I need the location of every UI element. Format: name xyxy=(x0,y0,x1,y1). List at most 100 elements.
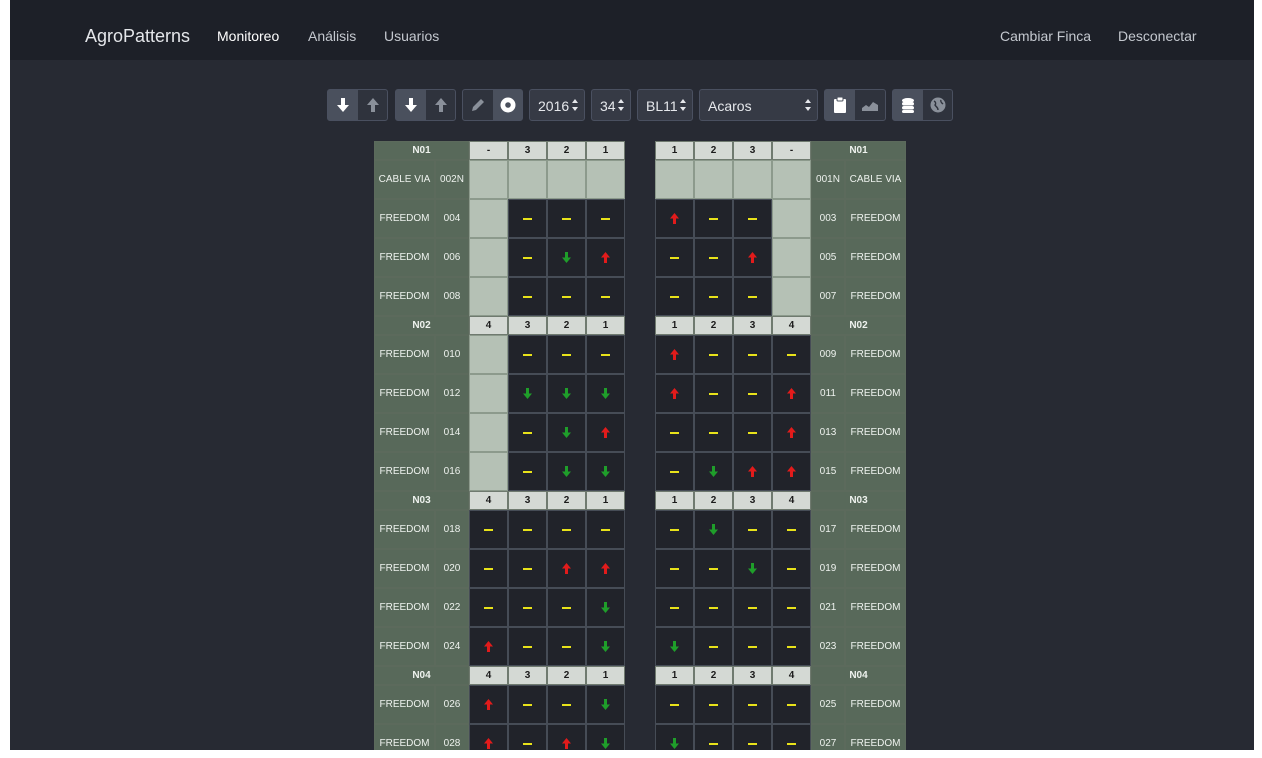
grid-cell[interactable] xyxy=(547,452,586,491)
grid-cell[interactable] xyxy=(694,510,733,549)
grid-cell[interactable] xyxy=(586,724,625,750)
grid-cell[interactable] xyxy=(655,510,694,549)
area-chart-icon[interactable] xyxy=(855,90,885,120)
grid-cell[interactable] xyxy=(586,199,625,238)
grid-cell[interactable] xyxy=(655,413,694,452)
grid-cell[interactable] xyxy=(694,374,733,413)
grid-cell[interactable] xyxy=(655,335,694,374)
grid-cell[interactable] xyxy=(694,199,733,238)
grid-cell[interactable] xyxy=(655,277,694,316)
grid-cell[interactable] xyxy=(772,685,811,724)
grid-cell[interactable] xyxy=(508,335,547,374)
grid-cell[interactable] xyxy=(772,510,811,549)
nav-monitoreo[interactable]: Monitoreo xyxy=(217,28,279,44)
grid-cell[interactable] xyxy=(694,335,733,374)
grid-cell[interactable] xyxy=(694,549,733,588)
grid-cell[interactable] xyxy=(547,413,586,452)
nav-analisis[interactable]: Análisis xyxy=(308,28,356,44)
grid-cell[interactable] xyxy=(694,238,733,277)
grid-cell[interactable] xyxy=(547,549,586,588)
grid-cell[interactable] xyxy=(547,335,586,374)
grid-cell[interactable] xyxy=(733,335,772,374)
grid-cell[interactable] xyxy=(586,510,625,549)
grid-cell[interactable] xyxy=(508,627,547,666)
grid-cell[interactable] xyxy=(694,724,733,750)
arrow-up-icon[interactable] xyxy=(426,90,455,120)
grid-cell[interactable] xyxy=(733,413,772,452)
block-select[interactable]: BL11 xyxy=(637,89,693,121)
grid-cell[interactable] xyxy=(547,685,586,724)
grid-cell[interactable] xyxy=(586,374,625,413)
grid-cell[interactable] xyxy=(586,452,625,491)
nav-desconectar[interactable]: Desconectar xyxy=(1118,28,1197,44)
arrow-down-icon[interactable] xyxy=(328,90,358,120)
grid-cell[interactable] xyxy=(733,238,772,277)
grid-cell[interactable] xyxy=(547,199,586,238)
grid-cell[interactable] xyxy=(694,685,733,724)
grid-cell[interactable] xyxy=(733,724,772,750)
grid-cell[interactable] xyxy=(586,549,625,588)
grid-cell[interactable] xyxy=(508,374,547,413)
grid-cell[interactable] xyxy=(508,413,547,452)
grid-cell[interactable] xyxy=(508,549,547,588)
grid-cell[interactable] xyxy=(733,452,772,491)
year-select[interactable]: 2016 xyxy=(529,89,585,121)
brand-logo[interactable]: AgroPatterns xyxy=(85,26,190,47)
clipboard-icon[interactable] xyxy=(825,90,855,120)
grid-cell[interactable] xyxy=(547,627,586,666)
grid-cell[interactable] xyxy=(469,588,508,627)
grid-cell[interactable] xyxy=(733,374,772,413)
grid-cell[interactable] xyxy=(733,199,772,238)
grid-cell[interactable] xyxy=(655,374,694,413)
grid-cell[interactable] xyxy=(655,452,694,491)
grid-cell[interactable] xyxy=(733,685,772,724)
grid-cell[interactable] xyxy=(772,588,811,627)
nav-cambiar-finca[interactable]: Cambiar Finca xyxy=(1000,28,1091,44)
grid-cell[interactable] xyxy=(655,724,694,750)
grid-cell[interactable] xyxy=(586,277,625,316)
grid-cell[interactable] xyxy=(508,510,547,549)
arrow-down-icon[interactable] xyxy=(396,90,426,120)
grid-cell[interactable] xyxy=(547,277,586,316)
globe-icon[interactable] xyxy=(923,90,952,120)
arrow-up-icon[interactable] xyxy=(358,90,387,120)
grid-cell[interactable] xyxy=(508,588,547,627)
grid-cell[interactable] xyxy=(694,277,733,316)
grid-cell[interactable] xyxy=(586,238,625,277)
record-icon[interactable] xyxy=(493,90,522,120)
grid-cell[interactable] xyxy=(655,199,694,238)
grid-cell[interactable] xyxy=(508,277,547,316)
grid-cell[interactable] xyxy=(547,724,586,750)
grid-cell[interactable] xyxy=(586,588,625,627)
grid-cell[interactable] xyxy=(655,549,694,588)
grid-cell[interactable] xyxy=(547,588,586,627)
grid-cell[interactable] xyxy=(733,549,772,588)
grid-cell[interactable] xyxy=(772,724,811,750)
grid-cell[interactable] xyxy=(733,510,772,549)
grid-cell[interactable] xyxy=(547,238,586,277)
grid-cell[interactable] xyxy=(508,724,547,750)
grid-cell[interactable] xyxy=(586,627,625,666)
grid-cell[interactable] xyxy=(469,685,508,724)
grid-cell[interactable] xyxy=(655,238,694,277)
grid-cell[interactable] xyxy=(508,199,547,238)
grid-cell[interactable] xyxy=(586,685,625,724)
grid-cell[interactable] xyxy=(655,627,694,666)
grid-cell[interactable] xyxy=(469,510,508,549)
pencil-icon[interactable] xyxy=(463,90,493,120)
grid-cell[interactable] xyxy=(508,238,547,277)
grid-cell[interactable] xyxy=(733,277,772,316)
grid-cell[interactable] xyxy=(733,627,772,666)
grid-cell[interactable] xyxy=(586,335,625,374)
grid-cell[interactable] xyxy=(772,549,811,588)
database-icon[interactable] xyxy=(893,90,923,120)
grid-cell[interactable] xyxy=(772,374,811,413)
grid-cell[interactable] xyxy=(469,724,508,750)
grid-cell[interactable] xyxy=(508,685,547,724)
pest-select[interactable]: Acaros xyxy=(699,89,818,121)
grid-cell[interactable] xyxy=(694,588,733,627)
nav-usuarios[interactable]: Usuarios xyxy=(384,28,439,44)
week-select[interactable]: 34 xyxy=(591,89,631,121)
grid-cell[interactable] xyxy=(469,549,508,588)
grid-cell[interactable] xyxy=(655,588,694,627)
